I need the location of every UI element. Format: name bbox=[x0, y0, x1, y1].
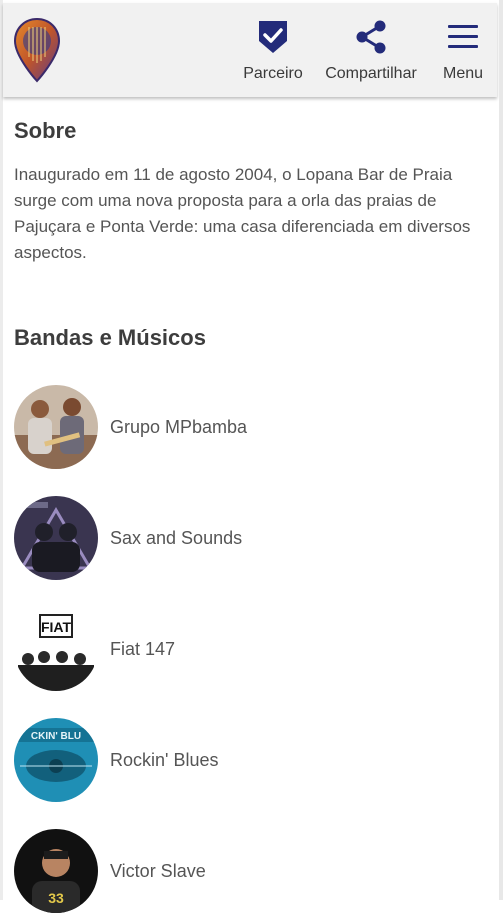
svg-text:FIAT: FIAT bbox=[41, 619, 72, 635]
about-title: Sobre bbox=[14, 118, 77, 143]
menu-button[interactable]: Menu bbox=[433, 19, 493, 83]
bands-title: Bandas e Músicos bbox=[14, 325, 206, 350]
band-avatar: 33 bbox=[14, 829, 98, 913]
menu-label: Menu bbox=[442, 65, 484, 82]
partner-button[interactable]: Parceiro bbox=[236, 19, 310, 83]
shield-check-icon bbox=[259, 21, 287, 53]
band-name: Sax and Sounds bbox=[110, 527, 243, 548]
share-icon bbox=[356, 20, 386, 54]
guitar-pin-logo[interactable] bbox=[13, 17, 61, 83]
band-avatar bbox=[14, 496, 98, 580]
app-header: Parceiro Compartilhar Menu bbox=[3, 3, 497, 97]
band-item-sax-and-sounds[interactable]: Sax and Sounds bbox=[14, 496, 484, 580]
band-name: Grupo MPbamba bbox=[110, 416, 248, 437]
share-label: Compartilhar bbox=[325, 65, 417, 82]
band-avatar: FIAT bbox=[14, 607, 98, 691]
left-edge bbox=[0, 0, 3, 900]
share-button[interactable]: Compartilhar bbox=[315, 19, 427, 83]
svg-text:CKIN' BLU: CKIN' BLU bbox=[31, 731, 81, 742]
band-name: Fiat 147 bbox=[110, 638, 176, 659]
band-item-victor-slave[interactable]: 33 Victor Slave bbox=[14, 829, 484, 913]
svg-text:33: 33 bbox=[48, 890, 64, 906]
partner-label: Parceiro bbox=[243, 65, 303, 82]
band-avatar: CKIN' BLU bbox=[14, 718, 98, 802]
about-text: Inaugurado em 11 de agosto 2004, o Lopan… bbox=[14, 165, 471, 262]
hamburger-menu-icon bbox=[448, 25, 478, 48]
band-item-rockin-blues[interactable]: CKIN' BLU Rockin' Blues bbox=[14, 718, 484, 802]
band-name: Rockin' Blues bbox=[110, 749, 219, 770]
band-item-fiat-147[interactable]: FIAT Fiat 147 bbox=[14, 607, 484, 691]
band-name: Victor Slave bbox=[110, 860, 206, 881]
band-avatar bbox=[14, 385, 98, 469]
band-item-grupo-mpbamba[interactable]: Grupo MPbamba bbox=[14, 385, 484, 469]
right-edge bbox=[499, 0, 503, 900]
